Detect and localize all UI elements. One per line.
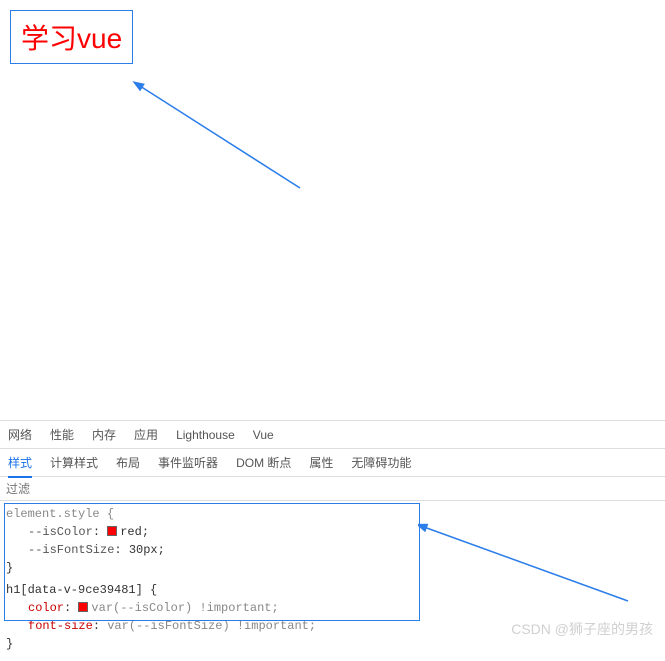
prop-name: --isColor [28, 525, 93, 539]
prop-value: 30px; [129, 543, 165, 557]
css-declaration[interactable]: --isColor: red; [6, 523, 659, 541]
filter-input[interactable] [6, 482, 659, 496]
tab-performance[interactable]: 性能 [50, 426, 74, 443]
tab-lighthouse[interactable]: Lighthouse [176, 428, 235, 442]
style-rule-element: element.style { --isColor: red; --isFont… [6, 505, 659, 577]
tab-vue[interactable]: Vue [253, 428, 274, 442]
css-declaration[interactable]: --isFontSize: 30px; [6, 541, 659, 559]
important-flag: !important; [199, 601, 278, 615]
subtab-accessibility[interactable]: 无障碍功能 [351, 454, 411, 471]
prop-value: var(--isFontSize) [107, 619, 229, 633]
subtab-styles[interactable]: 样式 [8, 454, 32, 478]
selector-element-style[interactable]: element.style { [6, 505, 659, 523]
important-flag: !important; [237, 619, 316, 633]
page-viewport: 学习vue [0, 0, 665, 420]
prop-value: var(--isColor) [91, 601, 192, 615]
subtab-properties[interactable]: 属性 [309, 454, 333, 471]
prop-value: red; [120, 525, 149, 539]
heading-element[interactable]: 学习vue [10, 10, 133, 64]
annotation-arrow-top [130, 78, 330, 218]
devtools-sub-tabs: 样式 计算样式 布局 事件监听器 DOM 断点 属性 无障碍功能 [0, 449, 665, 477]
rule-close-brace: } [6, 559, 659, 577]
tab-network[interactable]: 网络 [8, 426, 32, 443]
subtab-event-listeners[interactable]: 事件监听器 [158, 454, 218, 471]
prop-name: color [28, 601, 64, 615]
devtools-main-tabs: 网络 性能 内存 应用 Lighthouse Vue [0, 421, 665, 449]
color-swatch-icon[interactable] [107, 526, 117, 536]
selector-h1[interactable]: h1[data-v-9ce39481] { [6, 581, 659, 599]
subtab-computed[interactable]: 计算样式 [50, 454, 98, 471]
subtab-layout[interactable]: 布局 [116, 454, 140, 471]
color-swatch-icon[interactable] [78, 602, 88, 612]
filter-row [0, 477, 665, 501]
tab-application[interactable]: 应用 [134, 426, 158, 443]
watermark: CSDN @狮子座的男孩 [511, 619, 653, 639]
style-rule-h1: h1[data-v-9ce39481] { color: var(--isCol… [6, 581, 659, 653]
css-declaration[interactable]: color: var(--isColor) !important; [6, 599, 659, 617]
prop-name: --isFontSize [28, 543, 114, 557]
tab-memory[interactable]: 内存 [92, 426, 116, 443]
prop-name: font-size [28, 619, 93, 633]
subtab-dom-breakpoints[interactable]: DOM 断点 [236, 454, 291, 471]
